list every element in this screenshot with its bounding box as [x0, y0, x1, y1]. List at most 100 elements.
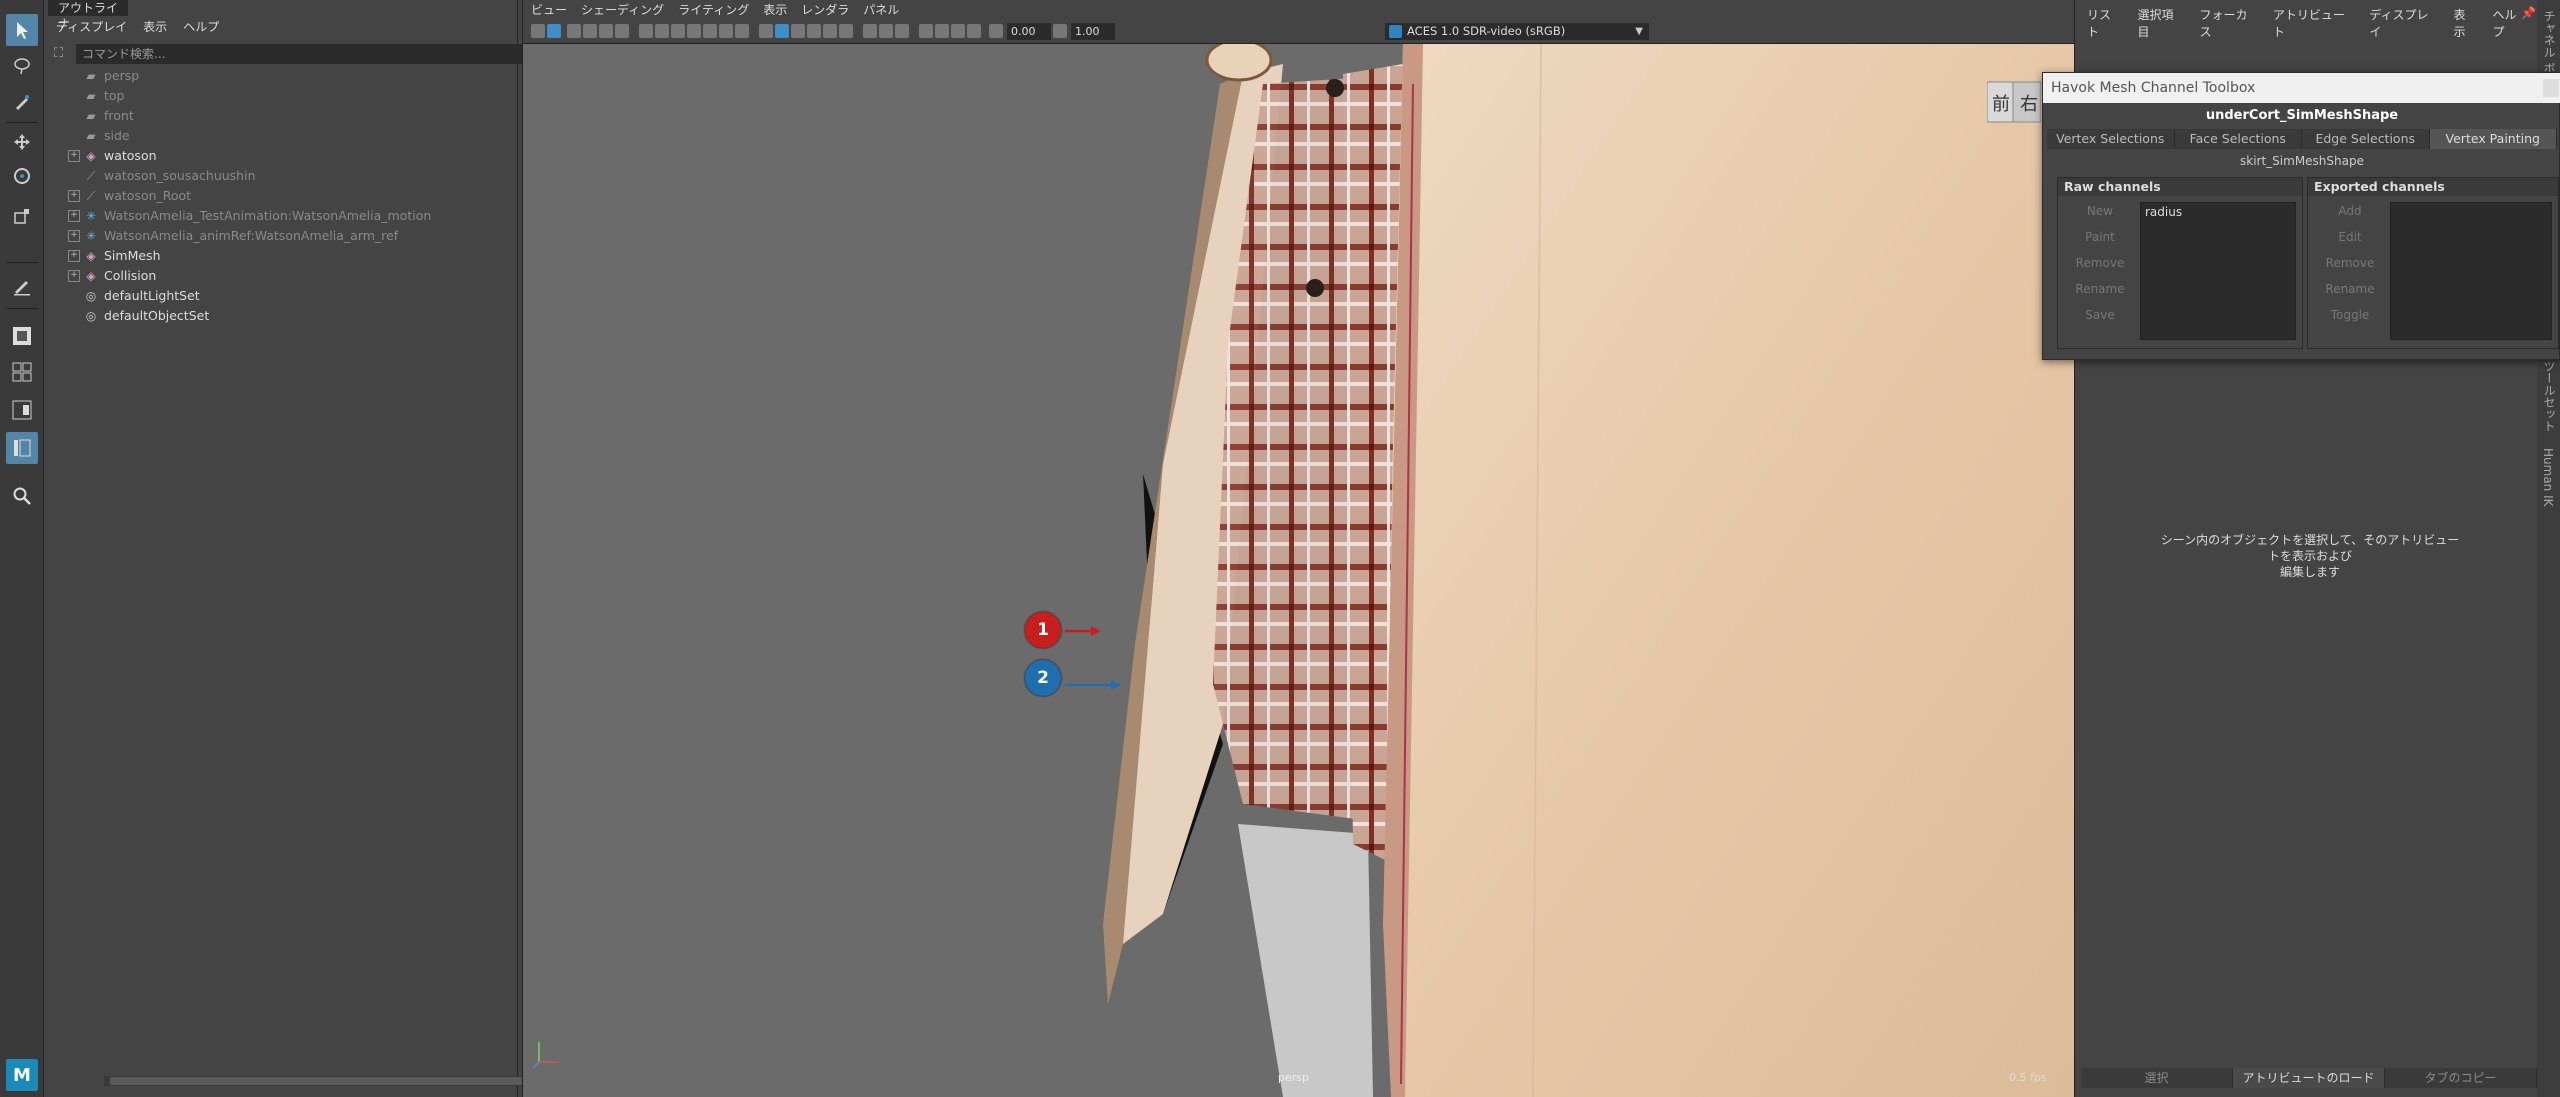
viewport-scene[interactable]	[523, 38, 2074, 1097]
outliner-item[interactable]: + ✳ WatsonAmelia_animRef:WatsonAmelia_arm_…	[48, 226, 508, 246]
outliner-item[interactable]: ⟋ watoson_sousachuushin	[48, 166, 508, 186]
search-icon[interactable]	[6, 480, 38, 512]
grid-icon[interactable]	[639, 24, 653, 38]
xray-joints-icon[interactable]	[895, 24, 909, 38]
anti-aliasing-icon[interactable]	[951, 24, 965, 38]
select-tool-icon[interactable]	[6, 14, 38, 46]
tab-face-selections[interactable]: Face Selections	[2174, 129, 2302, 149]
color-management-dropdown[interactable]: ACES 1.0 SDR-video (sRGB) ▼	[1385, 23, 1649, 40]
havok-title-bar[interactable]: Havok Mesh Channel Toolbox	[2043, 73, 2560, 103]
safe-action-icon[interactable]	[719, 24, 733, 38]
raw-channels-list[interactable]: radius	[2140, 202, 2296, 340]
exported-channels-list[interactable]	[2390, 202, 2552, 340]
outliner-menu-help[interactable]: ヘルプ	[183, 16, 219, 38]
camera-attributes-icon[interactable]	[547, 24, 561, 38]
rotate-tool-icon[interactable]	[6, 160, 38, 192]
outliner-layout-icon[interactable]	[6, 432, 38, 464]
expand-icon[interactable]: +	[68, 190, 80, 202]
shadows-icon[interactable]	[839, 24, 853, 38]
raw-rename-button[interactable]: Rename	[2064, 278, 2136, 300]
outliner-item[interactable]: + ◈ SimMesh	[48, 246, 508, 266]
use-all-lights-icon[interactable]	[823, 24, 837, 38]
view-cube-front-label[interactable]: 前	[1989, 90, 2013, 116]
high-quality-icon[interactable]	[919, 24, 933, 38]
image-plane-icon[interactable]	[583, 24, 597, 38]
ae-menu-display[interactable]: ディスプレイ	[2369, 6, 2437, 39]
gamma-icon[interactable]	[1053, 24, 1067, 38]
smooth-shade-icon[interactable]	[775, 24, 789, 38]
ae-menu-attributes[interactable]: アトリビュート	[2273, 6, 2353, 39]
exported-add-button[interactable]: Add	[2314, 200, 2386, 222]
exposure-icon[interactable]	[989, 24, 1003, 38]
outliner-search-input[interactable]: コマンド検索... ▼	[76, 44, 558, 64]
isolate-select-icon[interactable]	[863, 24, 877, 38]
side-tab-human-ik[interactable]: Human IK	[2541, 448, 2555, 507]
ae-menu-show[interactable]: 表示	[2454, 6, 2477, 39]
ae-menu-list[interactable]: リスト	[2087, 6, 2121, 39]
ae-menu-selected[interactable]: 選択項目	[2137, 6, 2183, 39]
gamma-field[interactable]: 1.00	[1071, 23, 1115, 40]
depth-of-field-icon[interactable]	[967, 24, 981, 38]
viewport-menu-renderer[interactable]: レンダラ	[801, 0, 849, 20]
viewport-panel[interactable]: ビュー シェーディング ライティング 表示 レンダラ パネル 0.00 1.00…	[522, 0, 2074, 1097]
tab-vertex-selections[interactable]: Vertex Selections	[2047, 129, 2175, 149]
ambient-occlusion-icon[interactable]	[935, 24, 949, 38]
paint-select-tool-icon[interactable]	[6, 86, 38, 118]
outliner-item[interactable]: ▰ front	[48, 106, 508, 126]
ae-copy-tab-button[interactable]: タブのコピー	[2385, 1068, 2537, 1088]
outliner-item[interactable]: ▰ side	[48, 126, 508, 146]
last-tool-icon[interactable]	[6, 270, 38, 302]
exported-toggle-button[interactable]: Toggle	[2314, 304, 2386, 326]
outliner-menu-display[interactable]: ディスプレイ	[56, 16, 127, 38]
expand-icon[interactable]: +	[68, 270, 80, 282]
expand-icon[interactable]: +	[68, 250, 80, 262]
exported-rename-button[interactable]: Rename	[2314, 278, 2386, 300]
two-pane-layout-icon[interactable]	[6, 394, 38, 426]
outliner-item[interactable]: + ✳ WatsonAmelia_TestAnimation:WatsonAmeli…	[48, 206, 508, 226]
film-gate-icon[interactable]	[655, 24, 669, 38]
textured-icon[interactable]	[807, 24, 821, 38]
viewport-menu-show[interactable]: 表示	[763, 0, 787, 20]
outliner-menu-show[interactable]: 表示	[143, 16, 167, 38]
wireframe-on-shaded-icon[interactable]	[791, 24, 805, 38]
outliner-horizontal-scrollbar[interactable]	[104, 1076, 544, 1086]
move-tool-icon[interactable]	[6, 126, 38, 158]
outliner-item[interactable]: ▰ top	[48, 86, 508, 106]
outliner-item[interactable]: + ⟋ watoson_Root	[48, 186, 508, 206]
raw-save-button[interactable]: Save	[2064, 304, 2136, 326]
scrollbar-thumb[interactable]	[110, 1077, 538, 1085]
raw-remove-button[interactable]: Remove	[2064, 252, 2136, 274]
xray-icon[interactable]	[879, 24, 893, 38]
outliner-item[interactable]: ▰ persp	[48, 66, 508, 86]
list-item[interactable]: radius	[2145, 205, 2291, 219]
exposure-field[interactable]: 0.00	[1007, 23, 1051, 40]
view-cube-right-label[interactable]: 右	[2017, 90, 2041, 116]
single-view-layout-icon[interactable]	[6, 320, 38, 352]
outliner-item[interactable]: ◎ defaultLightSet	[48, 286, 508, 306]
pin-icon[interactable]: 📌	[2521, 6, 2536, 20]
two-d-pan-icon[interactable]	[599, 24, 613, 38]
viewport-menu-shading[interactable]: シェーディング	[581, 0, 664, 20]
tab-vertex-painting[interactable]: Vertex Painting	[2429, 129, 2557, 149]
select-camera-icon[interactable]	[531, 24, 545, 38]
bookmark-icon[interactable]	[567, 24, 581, 38]
ae-menu-focus[interactable]: フォーカス	[2199, 6, 2256, 39]
safe-title-icon[interactable]	[735, 24, 749, 38]
raw-paint-button[interactable]: Paint	[2064, 226, 2136, 248]
filter-icon[interactable]: ⛶	[54, 46, 70, 62]
viewport-menu-panels[interactable]: パネル	[863, 0, 899, 20]
expand-icon[interactable]: +	[68, 210, 80, 222]
gate-mask-icon[interactable]	[687, 24, 701, 38]
raw-new-button[interactable]: New	[2064, 200, 2136, 222]
wireframe-icon[interactable]	[759, 24, 773, 38]
close-icon[interactable]	[2543, 79, 2559, 97]
resolution-gate-icon[interactable]	[671, 24, 685, 38]
field-chart-icon[interactable]	[703, 24, 717, 38]
exported-remove-button[interactable]: Remove	[2314, 252, 2386, 274]
side-tab-toolset[interactable]: ツールセット	[2541, 360, 2558, 432]
viewport-menu-view[interactable]: ビュー	[531, 0, 567, 20]
ae-select-button[interactable]: 選択	[2081, 1068, 2233, 1088]
outliner-title[interactable]: アウトライナ	[48, 0, 128, 31]
four-view-layout-icon[interactable]	[6, 356, 38, 388]
scale-tool-icon[interactable]	[6, 200, 38, 232]
